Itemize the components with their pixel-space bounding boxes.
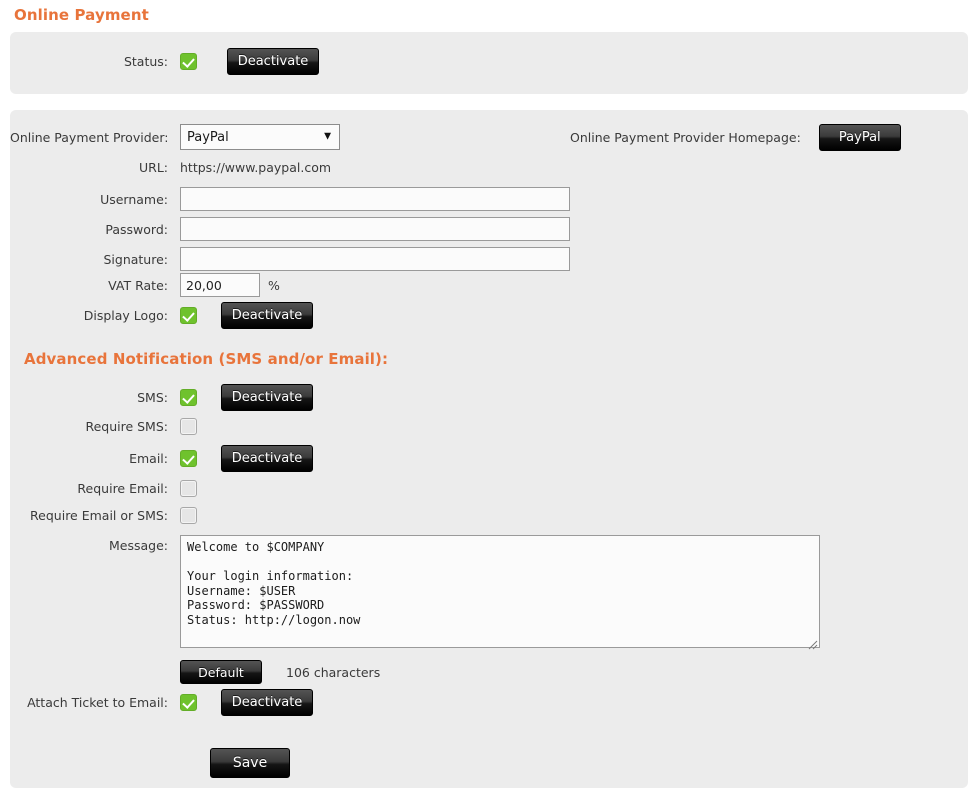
username-input[interactable] xyxy=(180,187,570,211)
provider-select-value: PayPal xyxy=(187,129,229,145)
email-row: Email: Deactivate xyxy=(10,445,313,472)
provider-homepage-row: Online Payment Provider Homepage: PayPal xyxy=(570,124,901,151)
sms-label: SMS: xyxy=(137,390,168,405)
signature-input[interactable] xyxy=(180,247,570,271)
message-textarea[interactable]: Welcome to $COMPANY Your login informati… xyxy=(180,535,820,648)
attach-ticket-deactivate-button[interactable]: Deactivate xyxy=(221,689,313,716)
message-char-count: 106 characters xyxy=(286,664,381,680)
save-button[interactable]: Save xyxy=(210,748,290,778)
settings-panel: Online Payment Provider: PayPal ▼ Online… xyxy=(10,110,968,788)
email-deactivate-button[interactable]: Deactivate xyxy=(221,445,313,472)
vat-rate-unit: % xyxy=(268,277,280,293)
require-email-checkbox[interactable] xyxy=(180,480,197,497)
message-label: Message: xyxy=(109,538,168,553)
sms-deactivate-button[interactable]: Deactivate xyxy=(221,384,313,411)
online-payment-settings-page: Online Payment Status: Deactivate Online… xyxy=(0,0,980,798)
provider-select[interactable]: PayPal ▼ xyxy=(180,124,340,150)
display-logo-row: Display Logo: Deactivate xyxy=(10,302,313,329)
require-email-or-sms-checkbox[interactable] xyxy=(180,507,197,524)
password-input[interactable] xyxy=(180,217,570,241)
password-row: Password: xyxy=(10,217,570,241)
chevron-down-icon: ▼ xyxy=(324,131,331,142)
advanced-notification-heading: Advanced Notification (SMS and/or Email)… xyxy=(24,350,389,368)
signature-row: Signature: xyxy=(10,247,570,271)
password-label: Password: xyxy=(105,221,168,237)
status-row: Status: Deactivate xyxy=(10,48,319,75)
display-logo-checkbox[interactable] xyxy=(180,307,197,324)
save-row: Save xyxy=(210,748,290,778)
vat-rate-row: VAT Rate: % xyxy=(10,273,280,297)
vat-rate-input[interactable] xyxy=(180,273,260,297)
signature-label: Signature: xyxy=(103,251,168,267)
attach-ticket-label: Attach Ticket to Email: xyxy=(27,695,168,710)
username-row: Username: xyxy=(10,187,570,211)
url-label: URL: xyxy=(138,160,168,175)
sms-checkbox[interactable] xyxy=(180,389,197,406)
status-label: Status: xyxy=(123,54,168,69)
require-email-or-sms-row: Require Email or SMS: xyxy=(10,507,197,524)
require-email-label: Require Email: xyxy=(77,481,168,496)
require-sms-checkbox[interactable] xyxy=(180,418,197,435)
url-value: https://www.paypal.com xyxy=(180,160,332,175)
sms-row: SMS: Deactivate xyxy=(10,384,313,411)
provider-label: Online Payment Provider: xyxy=(10,129,169,145)
status-deactivate-button[interactable]: Deactivate xyxy=(227,48,319,75)
message-actions-row: Default 106 characters xyxy=(180,660,380,684)
display-logo-deactivate-button[interactable]: Deactivate xyxy=(221,302,313,329)
url-row: URL: https://www.paypal.com xyxy=(10,160,331,175)
provider-row: Online Payment Provider: PayPal ▼ xyxy=(10,124,340,150)
status-panel: Status: Deactivate xyxy=(10,32,968,94)
attach-ticket-checkbox[interactable] xyxy=(180,694,197,711)
require-email-row: Require Email: xyxy=(10,480,197,497)
username-label: Username: xyxy=(100,191,168,207)
require-email-or-sms-label: Require Email or SMS: xyxy=(30,508,168,523)
email-label: Email: xyxy=(129,451,168,466)
page-title: Online Payment xyxy=(14,6,149,24)
message-default-button[interactable]: Default xyxy=(180,660,262,684)
email-checkbox[interactable] xyxy=(180,450,197,467)
vat-rate-label: VAT Rate: xyxy=(108,277,168,293)
status-checkbox[interactable] xyxy=(180,53,197,70)
message-row: Message: Welcome to $COMPANY Your login … xyxy=(10,535,820,652)
display-logo-label: Display Logo: xyxy=(83,308,168,323)
provider-homepage-label: Online Payment Provider Homepage: xyxy=(570,130,801,145)
require-sms-row: Require SMS: xyxy=(10,418,197,435)
require-sms-label: Require SMS: xyxy=(85,419,168,434)
provider-homepage-button[interactable]: PayPal xyxy=(818,124,901,151)
attach-ticket-row: Attach Ticket to Email: Deactivate xyxy=(10,689,313,716)
